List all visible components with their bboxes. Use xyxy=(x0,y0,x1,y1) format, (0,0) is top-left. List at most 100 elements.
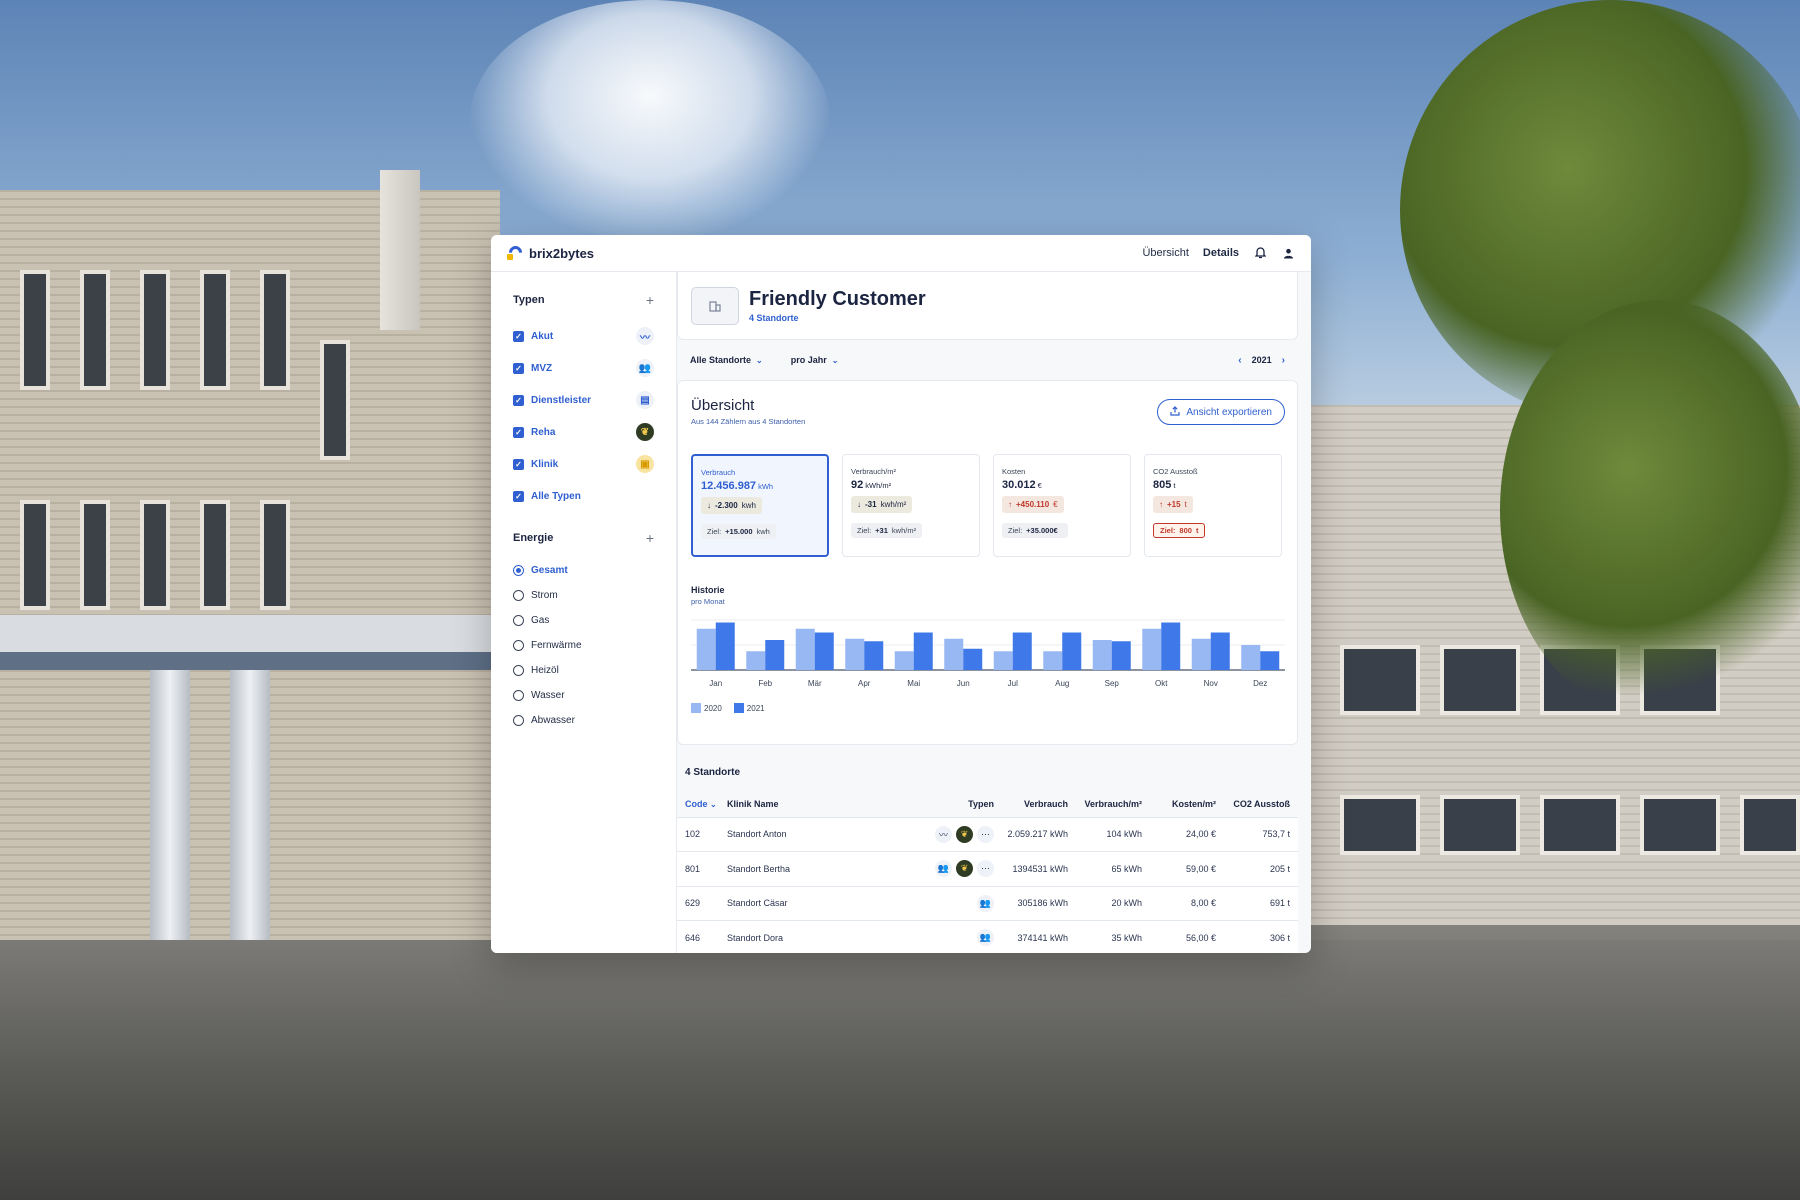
kpi-card[interactable]: Verbrauch 12.456.987 kWh ↓ -2.300 kwh Ziel: +15… xyxy=(691,454,829,557)
ground xyxy=(0,940,1800,1200)
logo[interactable]: brix2bytes xyxy=(506,243,594,262)
energy-option[interactable]: Fernwärme xyxy=(513,633,654,658)
bar-2021-Mär[interactable] xyxy=(814,632,834,671)
bar-2021-Sep[interactable] xyxy=(1111,641,1131,670)
bar-2020-Mär[interactable] xyxy=(795,628,815,670)
checkbox-checked-icon[interactable]: ✓ xyxy=(513,458,524,470)
bar-2021-Nov[interactable] xyxy=(1210,632,1230,671)
column-name[interactable]: Klinik Name xyxy=(727,791,869,818)
bar-2021-Aug[interactable] xyxy=(1062,632,1082,671)
x-tick-label: Okt xyxy=(1155,679,1168,688)
chevron-down-icon: ⌄ xyxy=(831,355,839,365)
cell-name: Standort Cäsar xyxy=(727,886,869,921)
energy-option[interactable]: Heizöl xyxy=(513,658,654,683)
table-row[interactable]: 801 Standort Bertha 👥 ❦ ⋯ 1394531 kWh 65 kWh 59… xyxy=(677,851,1298,887)
sites-dropdown[interactable]: Alle Standorte ⌄ xyxy=(690,355,763,365)
add-type-button[interactable]: + xyxy=(646,292,654,308)
bar-2020-Dez[interactable] xyxy=(1241,645,1261,670)
bar-2021-Jun[interactable] xyxy=(963,648,983,670)
type-filter-item[interactable]: ✓ MVZ 👥 xyxy=(513,352,654,384)
year-navigator: ‹ 2021 › xyxy=(1238,355,1285,366)
cell-code: 629 xyxy=(677,886,727,921)
bar-2021-Feb[interactable] xyxy=(765,640,785,670)
x-tick-label: Jan xyxy=(709,679,722,688)
bar-2020-Nov[interactable] xyxy=(1191,638,1211,670)
bar-2020-Apr[interactable] xyxy=(845,638,865,670)
nav-details[interactable]: Details xyxy=(1203,247,1239,259)
bar-2020-Feb[interactable] xyxy=(746,651,766,670)
bar-2020-Sep[interactable] xyxy=(1092,640,1112,670)
add-energy-button[interactable]: + xyxy=(646,530,654,546)
export-view-button[interactable]: Ansicht exportieren xyxy=(1157,399,1285,425)
type-filter-item[interactable]: ✓ Reha ❦ xyxy=(513,416,654,448)
bar-2021-Jan[interactable] xyxy=(715,622,735,671)
tower xyxy=(380,170,420,330)
customer-name: Friendly Customer xyxy=(749,288,926,310)
kpi-card[interactable]: Verbrauch/m² 92 kWh/m² ↓ -31 kwh/m² Ziel: +31 kw… xyxy=(842,454,980,557)
radio-button[interactable] xyxy=(513,640,524,651)
legend-item[interactable]: 2021 xyxy=(733,703,765,713)
period-dropdown[interactable]: pro Jahr ⌄ xyxy=(791,355,839,365)
checkbox-checked-icon[interactable]: ✓ xyxy=(513,330,524,342)
column-code[interactable]: Code ⌄ xyxy=(677,791,727,818)
checkbox-checked-icon[interactable]: ✓ xyxy=(513,490,524,502)
energy-option[interactable]: Gas xyxy=(513,608,654,633)
bar-2021-Dez[interactable] xyxy=(1260,651,1280,670)
bar-2020-Jan[interactable] xyxy=(696,628,716,670)
type-filter-item[interactable]: ✓ Akut 〰 xyxy=(513,320,654,352)
column-types[interactable]: Typen xyxy=(868,791,1002,818)
column-cost-per-m2[interactable]: Kosten/m² xyxy=(1150,791,1224,818)
customer-header: Friendly Customer 4 Standorte xyxy=(677,272,1298,340)
radio-button[interactable] xyxy=(513,615,524,626)
bar-2020-Jun[interactable] xyxy=(944,638,964,670)
type-filter-item[interactable]: ✓ Dienstleister ▤ xyxy=(513,384,654,416)
user-icon[interactable] xyxy=(1281,246,1295,260)
radio-button[interactable] xyxy=(513,665,524,676)
type-filter-label: Akut xyxy=(531,330,554,342)
checkbox-checked-icon[interactable]: ✓ xyxy=(513,426,524,438)
people-icon: 👥 xyxy=(935,860,952,878)
radio-button[interactable] xyxy=(513,690,524,701)
kpi-target-badge: Ziel: +31 kwh/m² xyxy=(851,523,923,538)
kpi-card[interactable]: CO2 Ausstoß 805 t ↑ +15 t Ziel: 800 t xyxy=(1144,454,1282,557)
legend-label: 2021 xyxy=(746,704,765,713)
column-consumption-per-m2[interactable]: Verbrauch/m² xyxy=(1076,791,1150,818)
type-filter-item[interactable]: ✓ Alle Typen xyxy=(513,480,654,512)
energy-option[interactable]: Strom xyxy=(513,583,654,608)
legend-item[interactable]: 2020 xyxy=(691,703,722,713)
table-row[interactable]: 646 Standort Dora 👥 374141 kWh 35 kWh 56,00 €… xyxy=(677,920,1298,953)
bar-2020-Aug[interactable] xyxy=(1043,651,1063,670)
type-filter-item[interactable]: ✓ Klinik ▣ xyxy=(513,448,654,480)
bar-2021-Apr[interactable] xyxy=(864,641,884,670)
bar-2020-Okt[interactable] xyxy=(1142,628,1162,670)
radio-button[interactable] xyxy=(513,715,524,726)
radio-button[interactable] xyxy=(513,565,524,576)
table-row[interactable]: 629 Standort Cäsar 👥 305186 kWh 20 kWh 8,00 €… xyxy=(677,886,1298,921)
bell-icon[interactable] xyxy=(1253,246,1267,260)
arrow-up-icon: ↑ xyxy=(1159,500,1163,509)
bar-2021-Mai[interactable] xyxy=(913,632,933,671)
bar-2020-Mai[interactable] xyxy=(894,651,914,670)
energy-option[interactable]: Wasser xyxy=(513,683,654,708)
table-row[interactable]: 102 Standort Anton 〰 ❦ ⋯ 2.059.217 kWh 104 kWh… xyxy=(677,817,1298,852)
kpi-card[interactable]: Kosten 30.012 € ↑ +450.110 € Ziel: +35.000€ xyxy=(993,454,1131,557)
bar-2021-Okt[interactable] xyxy=(1161,622,1181,671)
cell-types: 〰 ❦ ⋯ xyxy=(868,817,1002,852)
period-dropdown-label: pro Jahr xyxy=(790,355,827,365)
x-tick-label: Sep xyxy=(1105,679,1120,688)
energy-option[interactable]: Abwasser xyxy=(513,708,654,733)
cell-code: 646 xyxy=(677,920,727,953)
chevron-left-icon[interactable]: ‹ xyxy=(1238,355,1241,366)
chevron-right-icon[interactable]: › xyxy=(1282,355,1285,366)
nav-overview[interactable]: Übersicht xyxy=(1142,247,1188,259)
energy-option[interactable]: Gesamt xyxy=(513,558,654,583)
type-filter-label: MVZ xyxy=(531,362,553,374)
column-co2[interactable]: CO2 Ausstoß xyxy=(1224,791,1298,818)
year-label: 2021 xyxy=(1251,355,1272,365)
radio-button[interactable] xyxy=(513,590,524,601)
checkbox-checked-icon[interactable]: ✓ xyxy=(513,362,524,374)
column-consumption[interactable]: Verbrauch xyxy=(1002,791,1076,818)
bar-2020-Jul[interactable] xyxy=(993,651,1013,670)
checkbox-checked-icon[interactable]: ✓ xyxy=(513,394,524,406)
bar-2021-Jul[interactable] xyxy=(1012,632,1032,671)
